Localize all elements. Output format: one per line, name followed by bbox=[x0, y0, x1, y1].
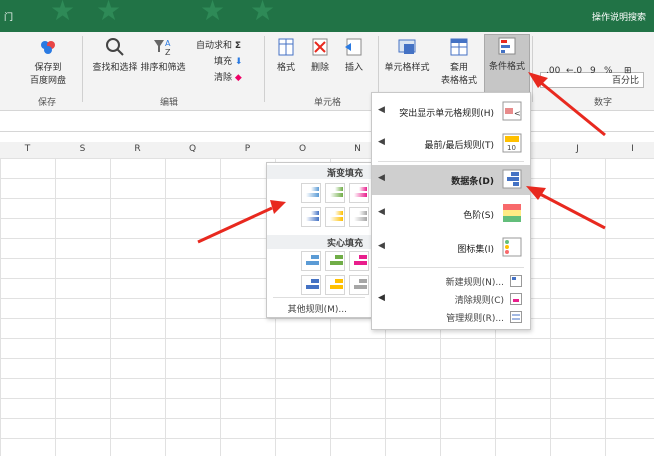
arrow-to-gradient-fill bbox=[197, 200, 286, 244]
arrow-to-cond-format bbox=[528, 72, 606, 137]
annotation-arrows bbox=[197, 72, 606, 244]
arrow-to-data-bars bbox=[526, 186, 606, 230]
